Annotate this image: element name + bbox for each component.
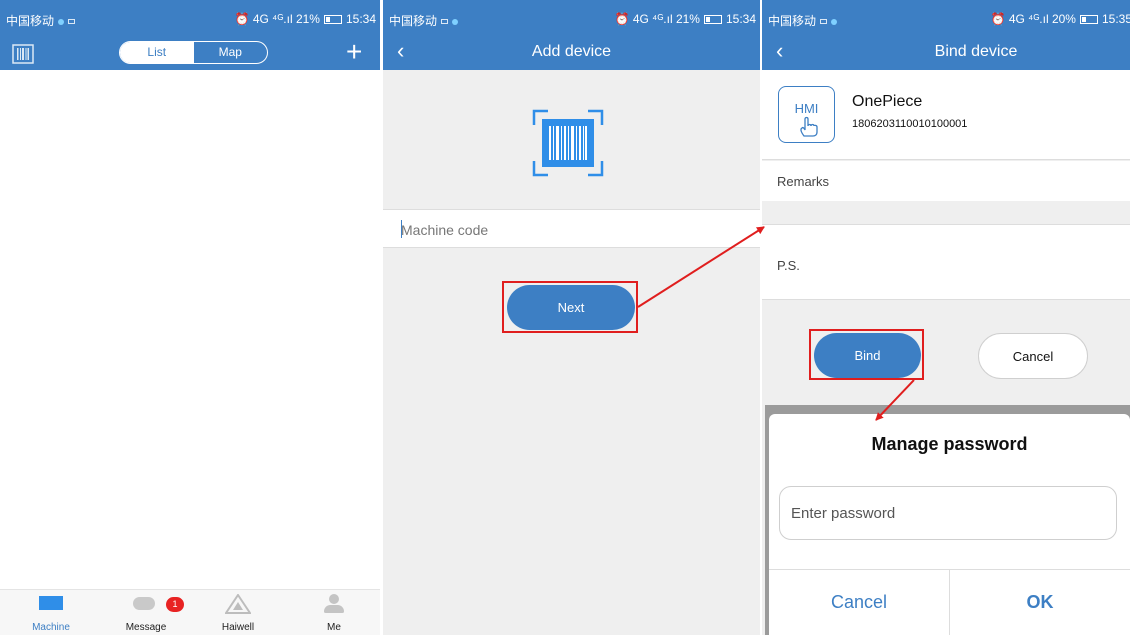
dialog-cancel-button[interactable]: Cancel [769, 570, 950, 635]
hmi-label: HMI [794, 101, 819, 116]
chat-icon [133, 594, 159, 614]
tab-me-label: Me [327, 622, 341, 633]
tab-haiwell[interactable]: Haiwell [203, 593, 273, 633]
tab-machine-label: Machine [32, 622, 70, 633]
top-bar: ‹ Add device [383, 37, 760, 70]
back-icon[interactable]: ‹ [776, 40, 783, 62]
battery-icon [703, 14, 722, 24]
password-input[interactable]: Enter password [779, 486, 1117, 540]
top-bar: ‹ Bind device [762, 37, 1130, 70]
plus-icon[interactable]: + [346, 38, 362, 66]
tab-message-label: Message [125, 622, 167, 633]
manage-password-dialog: Manage password Enter password Cancel OK [769, 414, 1130, 635]
scan-icon[interactable] [12, 44, 34, 64]
dialog-title: Manage password [871, 434, 1028, 454]
monitor-icon [38, 594, 64, 614]
notification-icon [441, 19, 449, 25]
cancel-button[interactable]: Cancel [978, 333, 1088, 379]
password-placeholder: Enter password [791, 505, 896, 522]
panel-divider [380, 0, 383, 635]
sync-icon [58, 18, 65, 25]
status-bar: 中国移动 ⏰ 4G ⁴ᴳ.ıl 21% 15:34 [383, 0, 760, 37]
machine-code-input[interactable]: Machine code [383, 209, 760, 248]
ps-field[interactable]: P.S. [762, 224, 1130, 300]
dialog-ok-button[interactable]: OK [950, 570, 1130, 635]
machine-code-placeholder: Machine code [401, 222, 489, 238]
list-map-toggle[interactable]: List Map [119, 41, 268, 64]
sync-icon [831, 18, 838, 25]
status-bar: 中国移动 ⏰ 4G ⁴ᴳ.ıl 21% 15:34 [0, 0, 380, 37]
message-badge: 1 [166, 597, 184, 612]
remarks-label: Remarks [777, 174, 830, 189]
device-serial: 1806203110010100001 [852, 118, 968, 130]
carrier-label: 中国移动 [389, 14, 438, 28]
dialog-buttons: Cancel OK [769, 569, 1130, 635]
status-bar: 中国移动 ⏰ 4G ⁴ᴳ.ıl 20% 15:35 [762, 0, 1130, 37]
signal-indicators: ⏰ 4G ⁴ᴳ.ıl 21% [234, 12, 320, 26]
signal-indicators: ⏰ 4G ⁴ᴳ.ıl 21% [614, 12, 700, 26]
device-name: OnePiece [852, 93, 923, 110]
signal-indicators: ⏰ 4G ⁴ᴳ.ıl 20% [990, 12, 1076, 26]
tab-haiwell-label: Haiwell [221, 622, 255, 633]
bottom-tab-bar: Machine Message Haiwell Me [0, 589, 380, 635]
panel-divider [760, 0, 762, 635]
sync-icon [452, 18, 459, 25]
remarks-field[interactable]: Remarks [762, 161, 1130, 201]
haiwell-logo-icon [224, 593, 252, 614]
screenshot-composite: 中国移动 ⏰ 4G ⁴ᴳ.ıl 21% 15:34 List Map + Mach… [0, 0, 1130, 635]
machine-list-screen: 中国移动 ⏰ 4G ⁴ᴳ.ıl 21% 15:34 List Map + Mach… [0, 0, 380, 635]
battery-icon [323, 14, 342, 24]
battery-icon [1079, 14, 1098, 24]
page-title: Bind device [934, 43, 1018, 60]
clock: 15:34 [345, 12, 376, 26]
notification-icon [820, 19, 828, 25]
annotation-box-bind [809, 329, 924, 380]
clock: 15:35 [1101, 12, 1130, 26]
touch-hand-icon [800, 116, 818, 137]
person-icon [321, 594, 347, 614]
tab-me[interactable]: Me [299, 594, 369, 633]
carrier-label: 中国移动 [6, 14, 55, 28]
add-device-screen: 中国移动 ⏰ 4G ⁴ᴳ.ıl 21% 15:34 ‹ Add device Ma… [383, 0, 760, 635]
notification-icon [68, 19, 76, 25]
barcode-scan-icon[interactable] [532, 109, 604, 177]
page-title: Add device [531, 43, 612, 60]
annotation-box-next [502, 281, 638, 333]
hmi-device-icon: HMI [778, 86, 835, 143]
list-tab[interactable]: List [120, 42, 194, 63]
tab-machine[interactable]: Machine [16, 594, 86, 633]
clock: 15:34 [725, 12, 756, 26]
carrier-label: 中国移动 [768, 14, 817, 28]
map-tab[interactable]: Map [194, 42, 268, 63]
bind-device-screen: 中国移动 ⏰ 4G ⁴ᴳ.ıl 20% 15:35 ‹ Bind device H… [762, 0, 1130, 635]
ps-label: P.S. [777, 258, 800, 273]
